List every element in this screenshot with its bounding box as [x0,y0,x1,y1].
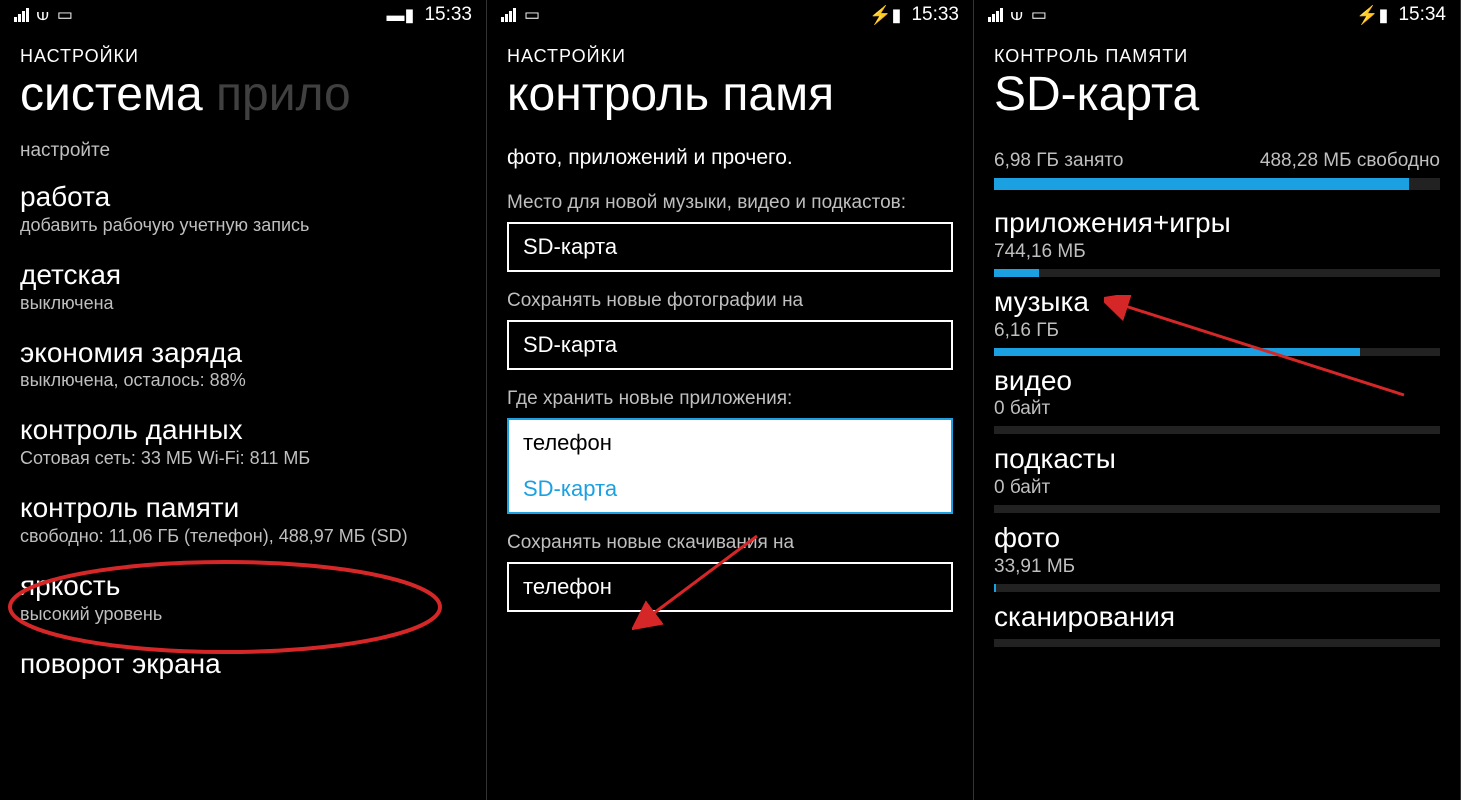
category-label: музыка [994,287,1440,318]
field-label-music: Место для новой музыки, видео и подкасто… [507,192,953,214]
status-icons: ⟒ ▭ [14,5,73,25]
category-size: 33,91 МБ [994,556,1440,578]
category-size: 6,16 ГБ [994,320,1440,342]
statusbar: ⟒ ▭ ▬▮ 15:33 [0,0,486,30]
field-label-photos: Сохранять новые фотографии на [507,290,953,312]
wifi-icon: ⟒ [37,5,49,25]
category-bar [994,426,1440,434]
page-title: SD-карта [974,67,1460,130]
setting-sub: свободно: 11,06 ГБ (телефон), 488,97 МБ … [20,526,466,547]
battery-icon: ▬▮ [387,5,415,26]
signal-icon [14,8,29,22]
storage-category[interactable]: фото33,91 МБ [994,523,1440,592]
setting-item-work[interactable]: работа добавить рабочую учетную запись [20,170,466,248]
description-partial: фото, приложений и прочего. [487,130,973,174]
status-icons: ▭ [501,5,540,25]
storage-bar-fill [994,178,1409,190]
setting-item-storage-sense[interactable]: контроль памяти свободно: 11,06 ГБ (теле… [20,481,466,559]
storage-free: 488,28 МБ свободно [1260,150,1440,172]
category-size: 744,16 МБ [994,241,1440,263]
setting-label: контроль данных [20,415,466,446]
page-title[interactable]: система прило [0,67,486,130]
storage-used: 6,98 ГБ занято [994,150,1123,172]
setting-label: контроль памяти [20,493,466,524]
setting-label: яркость [20,571,466,602]
setting-sub: выключена [20,293,466,314]
category-label: видео [994,366,1440,397]
select-apps-location-open[interactable]: телефон SD-карта [507,418,953,514]
storage-summary: 6,98 ГБ занято 488,28 МБ свободно [994,150,1440,172]
field-label-downloads: Сохранять новые скачивания на [507,532,953,554]
setting-item-screen-rotation[interactable]: поворот экрана [20,637,466,692]
setting-item-kids[interactable]: детская выключена [20,248,466,326]
storage-category[interactable]: подкасты0 байт [994,444,1440,513]
select-photos-location[interactable]: SD-карта [507,320,953,370]
setting-label: детская [20,260,466,291]
setting-sub: высокий уровень [20,604,466,625]
setting-item-data-sense[interactable]: контроль данных Сотовая сеть: 33 МБ Wi-F… [20,403,466,481]
clock: 15:33 [911,4,959,26]
statusbar: ⟒ ▭ ⚡▮ 15:34 [974,0,1460,30]
field-label-apps: Где хранить новые приложения: [507,388,953,410]
vibrate-icon: ▭ [524,5,540,25]
storage-bar-total [994,178,1440,190]
setting-sub: добавить рабочую учетную запись [20,215,466,236]
pivot-active[interactable]: система [20,68,203,121]
clock: 15:33 [424,4,472,26]
setting-item-battery-saver[interactable]: экономия заряда выключена, осталось: 88% [20,326,466,404]
dropdown-option-sdcard[interactable]: SD-карта [509,466,951,512]
category-bar [994,584,1440,592]
category-label: фото [994,523,1440,554]
phone-screen-storage-sense: ▭ ⚡▮ 15:33 НАСТРОЙКИ контроль памя фото,… [487,0,974,800]
clock: 15:34 [1398,4,1446,26]
battery-charging-icon: ⚡▮ [1356,5,1388,26]
category-bar [994,505,1440,513]
storage-category[interactable]: сканирования [994,602,1440,647]
battery-charging-icon: ⚡▮ [869,5,901,26]
vibrate-icon: ▭ [1031,5,1047,25]
setting-sub: Сотовая сеть: 33 МБ Wi-Fi: 811 МБ [20,448,466,469]
vibrate-icon: ▭ [57,5,73,25]
page-title: контроль памя [487,67,973,130]
category-bar [994,348,1440,356]
category-label: сканирования [994,602,1440,633]
storage-category[interactable]: приложения+игры744,16 МБ [994,208,1440,277]
setting-item-brightness[interactable]: яркость высокий уровень [20,559,466,637]
pivot-next[interactable]: прило [216,68,351,121]
select-music-location[interactable]: SD-карта [507,222,953,272]
wifi-icon: ⟒ [1011,5,1023,25]
setting-label: экономия заряда [20,338,466,369]
breadcrumb: НАСТРОЙКИ [0,30,486,67]
signal-icon [501,8,516,22]
storage-category[interactable]: видео0 байт [994,366,1440,435]
statusbar: ▭ ⚡▮ 15:33 [487,0,973,30]
phone-screen-sdcard: ⟒ ▭ ⚡▮ 15:34 КОНТРОЛЬ ПАМЯТИ SD-карта 6,… [974,0,1461,800]
phone-screen-settings-system: ⟒ ▭ ▬▮ 15:33 НАСТРОЙКИ система прило нас… [0,0,487,800]
breadcrumb: КОНТРОЛЬ ПАМЯТИ [974,30,1460,67]
category-label: приложения+игры [994,208,1440,239]
breadcrumb: НАСТРОЙКИ [487,30,973,67]
section-heading: настройте [0,130,486,170]
setting-label: работа [20,182,466,213]
storage-category[interactable]: музыка6,16 ГБ [994,287,1440,356]
category-bar [994,269,1440,277]
signal-icon [988,8,1003,22]
setting-sub: выключена, осталось: 88% [20,370,466,391]
dropdown-option-phone[interactable]: телефон [509,420,951,466]
status-icons: ⟒ ▭ [988,5,1047,25]
select-downloads-location[interactable]: телефон [507,562,953,612]
category-size: 0 байт [994,477,1440,499]
category-label: подкасты [994,444,1440,475]
category-bar [994,639,1440,647]
setting-label: поворот экрана [20,649,466,680]
category-size: 0 байт [994,398,1440,420]
